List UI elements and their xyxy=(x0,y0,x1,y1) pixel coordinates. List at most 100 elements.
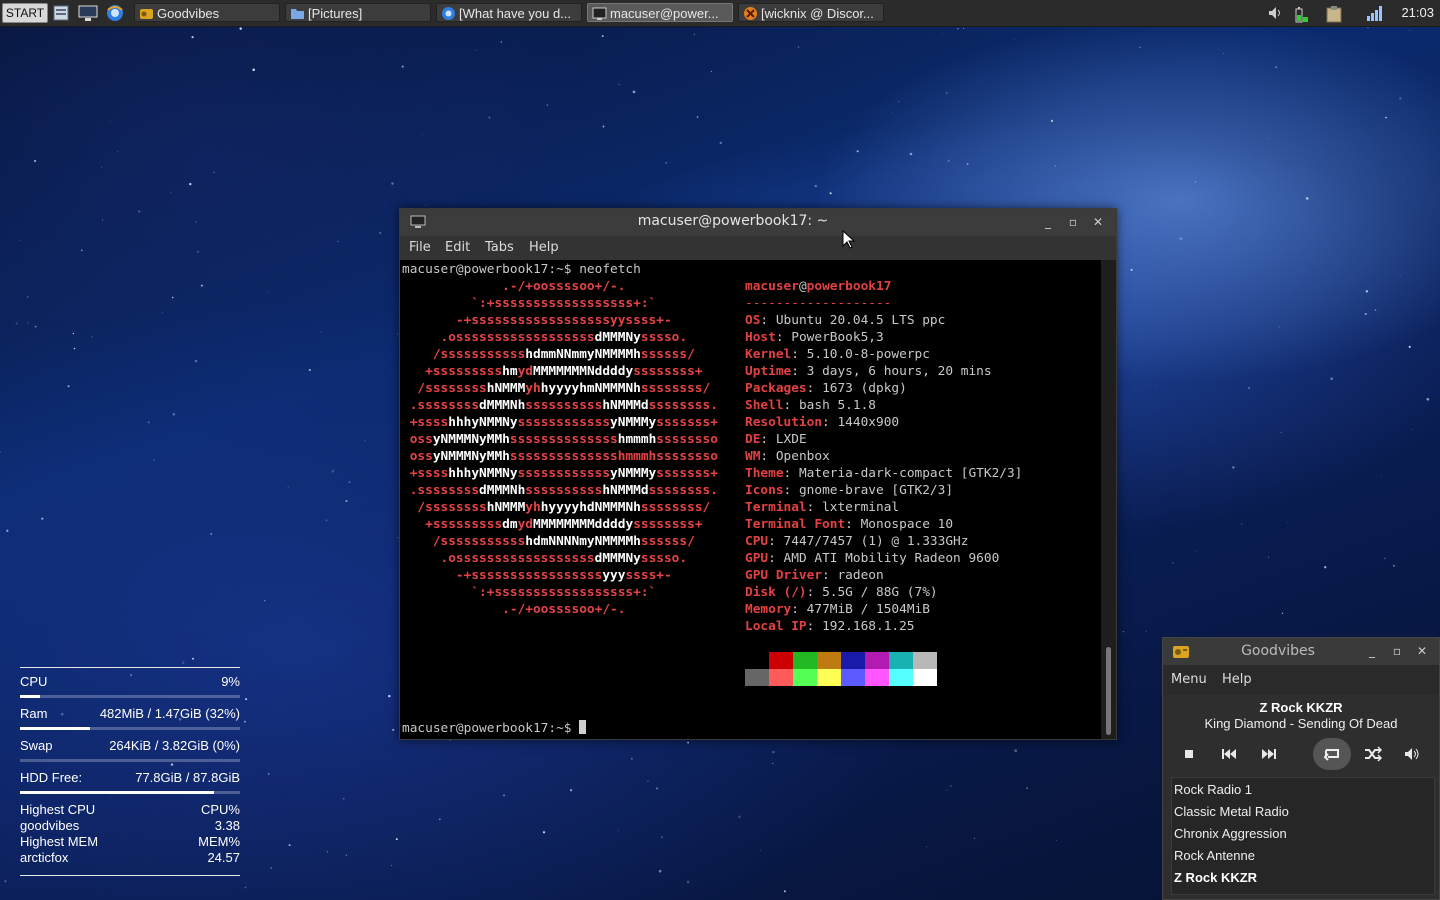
process-mem: 24.57 xyxy=(207,850,240,865)
volume-icon[interactable] xyxy=(1266,4,1284,22)
command: neofetch xyxy=(579,262,641,277)
logo-line: .-/+oossssoo+/-. xyxy=(402,279,626,294)
station-item[interactable]: Classic Metal Radio xyxy=(1174,801,1432,823)
previous-button[interactable] xyxy=(1217,742,1241,766)
shuffle-toggle[interactable] xyxy=(1361,742,1385,766)
info-key: GPU Driver xyxy=(745,568,823,583)
show-desktop-icon[interactable] xyxy=(78,4,98,22)
hdd-bar-fill xyxy=(20,791,214,794)
mouse-pointer-icon xyxy=(842,230,856,249)
swap-value: 264KiB / 3.82GiB (0%) xyxy=(109,738,240,753)
menu-help[interactable]: Help xyxy=(1222,665,1252,695)
palette-swatch xyxy=(913,669,937,686)
logo-line: /sssssssshNMMMyhhyyyyhmNMMMNhssssssss/ xyxy=(402,381,711,396)
hdd-label: HDD Free: xyxy=(20,770,83,785)
menu-help[interactable]: Help xyxy=(529,236,559,260)
menu-file[interactable]: File xyxy=(409,236,431,260)
info-value: Materia-dark-compact [GTK2/3] xyxy=(798,466,1023,481)
swap-bar xyxy=(20,759,240,762)
palette-swatch xyxy=(817,652,841,669)
info-value: 192.168.1.25 xyxy=(822,619,915,634)
logo-line: -+sssssssssssssssssyyyssss+- xyxy=(402,568,672,583)
cpu-value: 9% xyxy=(221,674,240,689)
info-value: Openbox xyxy=(775,449,830,464)
station-item[interactable]: Rock Antenne xyxy=(1174,845,1432,867)
task-goodvibes[interactable]: Goodvibes xyxy=(134,3,280,22)
scrollbar-thumb[interactable] xyxy=(1106,647,1111,735)
stop-button[interactable] xyxy=(1177,742,1201,766)
task-pictures[interactable]: [Pictures] xyxy=(285,3,431,22)
clipboard-icon[interactable] xyxy=(1324,4,1342,23)
info-key: Icons xyxy=(745,483,784,498)
logo-line: `:+ssssssssssssssssss+:` xyxy=(402,296,657,311)
logo-line: `:+ssssssssssssssssss+:` xyxy=(402,585,657,600)
info-key: Local IP xyxy=(745,619,807,634)
logo-line: -+ssssssssssssssssssyyssss+- xyxy=(402,313,672,328)
prompt: macuser@powerbook17:~$ xyxy=(402,262,580,277)
user-host: macuser@powerbook17 xyxy=(745,278,891,295)
battery-icon[interactable] xyxy=(1292,4,1310,23)
window-title: Goodvibes xyxy=(1241,643,1315,659)
current-station: Z Rock KKZR xyxy=(1259,700,1343,715)
minimize-button[interactable]: _ xyxy=(1365,644,1379,658)
color-palette xyxy=(745,652,937,686)
goodvibes-icon xyxy=(139,6,154,21)
logo-line: /sssssssshNMMMyhhyyyyhdNMMMNhssssssss/ xyxy=(402,500,711,515)
terminal-screen[interactable]: macuser@powerbook17:~$ neofetch .-/+ooss… xyxy=(400,260,1100,739)
cpu-label: CPU xyxy=(20,674,48,689)
ram-bar-fill xyxy=(20,727,91,730)
info-key: CPU xyxy=(745,534,769,549)
folder-icon xyxy=(290,6,305,21)
logo-line: /ssssssssssshdmmNNmmyNMMMMhssssss/ xyxy=(402,347,695,362)
terminal-window: macuser@powerbook17: ~ _ ▫ ✕ File Edit T… xyxy=(399,208,1117,740)
minimize-button[interactable]: _ xyxy=(1041,215,1055,229)
command-line: macuser@powerbook17:~$ neofetch xyxy=(402,261,641,278)
maximize-button[interactable]: ▫ xyxy=(1390,644,1404,658)
goodvibes-titlebar[interactable]: Goodvibes _ ▫ ✕ xyxy=(1163,638,1439,665)
info-row: Shell: bash 5.1.8 xyxy=(745,398,876,413)
maximize-button[interactable]: ▫ xyxy=(1066,215,1080,229)
info-key: DE xyxy=(745,432,761,447)
info-value: 477MiB / 1504MiB xyxy=(806,602,930,617)
repeat-toggle[interactable] xyxy=(1313,738,1351,770)
clock[interactable]: 21:03 xyxy=(1401,0,1434,26)
station-item[interactable]: Rock Radio 1 xyxy=(1174,779,1432,801)
terminal-titlebar[interactable]: macuser@powerbook17: ~ _ ▫ ✕ xyxy=(400,209,1116,236)
logo-line: ossyNMMMNyMMhsssssssssssssshmmmhssssssso xyxy=(402,449,718,464)
file-manager-launcher-icon[interactable] xyxy=(52,4,70,22)
info-value: radeon xyxy=(837,568,884,583)
task-discord[interactable]: [wicknix @ Discor... xyxy=(738,3,884,22)
prompt-line: macuser@powerbook17:~$ xyxy=(402,720,587,737)
menu-menu[interactable]: Menu xyxy=(1171,665,1207,695)
process-cpu: 3.38 xyxy=(214,818,240,833)
next-button[interactable] xyxy=(1257,742,1281,766)
info-row: Icons: gnome-brave [GTK2/3] xyxy=(745,483,954,498)
task-browser[interactable]: [What have you d... xyxy=(436,3,582,22)
swap-label: Swap xyxy=(20,738,53,753)
info-value: 7447/7457 (1) @ 1.333GHz xyxy=(783,534,969,549)
station-item[interactable]: Chronix Aggression xyxy=(1174,823,1432,845)
menu-tabs[interactable]: Tabs xyxy=(485,236,514,260)
info-separator: ------------------- xyxy=(745,296,892,311)
station-item[interactable]: Z Rock KKZR xyxy=(1174,867,1432,889)
logo-line: /ssssssssssshdmNNNNmyNMMMMhssssss/ xyxy=(402,534,695,549)
highest-mem-label: Highest MEM xyxy=(20,834,99,849)
volume-button[interactable] xyxy=(1400,742,1424,766)
info-value: Ubuntu 20.04.5 LTS ppc xyxy=(775,313,946,328)
network-signal-icon[interactable] xyxy=(1366,4,1384,22)
info-key: Disk (/) xyxy=(745,585,807,600)
terminal-scrollbar[interactable] xyxy=(1101,260,1116,739)
task-terminal[interactable]: macuser@power... xyxy=(587,3,733,22)
browser-launcher-icon[interactable] xyxy=(106,4,124,22)
station-list[interactable]: Rock Radio 1 Classic Metal Radio Chronix A… xyxy=(1171,777,1435,895)
close-button[interactable]: ✕ xyxy=(1415,644,1429,658)
swap-row: Swap 264KiB / 3.82GiB (0%) xyxy=(20,738,240,754)
goodvibes-menubar: Menu Help xyxy=(1163,665,1439,695)
close-button[interactable]: ✕ xyxy=(1091,215,1105,229)
palette-swatch xyxy=(793,652,817,669)
task-label: [What have you d... xyxy=(459,6,572,21)
previous-icon xyxy=(1222,749,1236,759)
start-button[interactable]: START xyxy=(2,3,48,23)
process-name: arcticfox xyxy=(20,850,69,865)
menu-edit[interactable]: Edit xyxy=(445,236,470,260)
